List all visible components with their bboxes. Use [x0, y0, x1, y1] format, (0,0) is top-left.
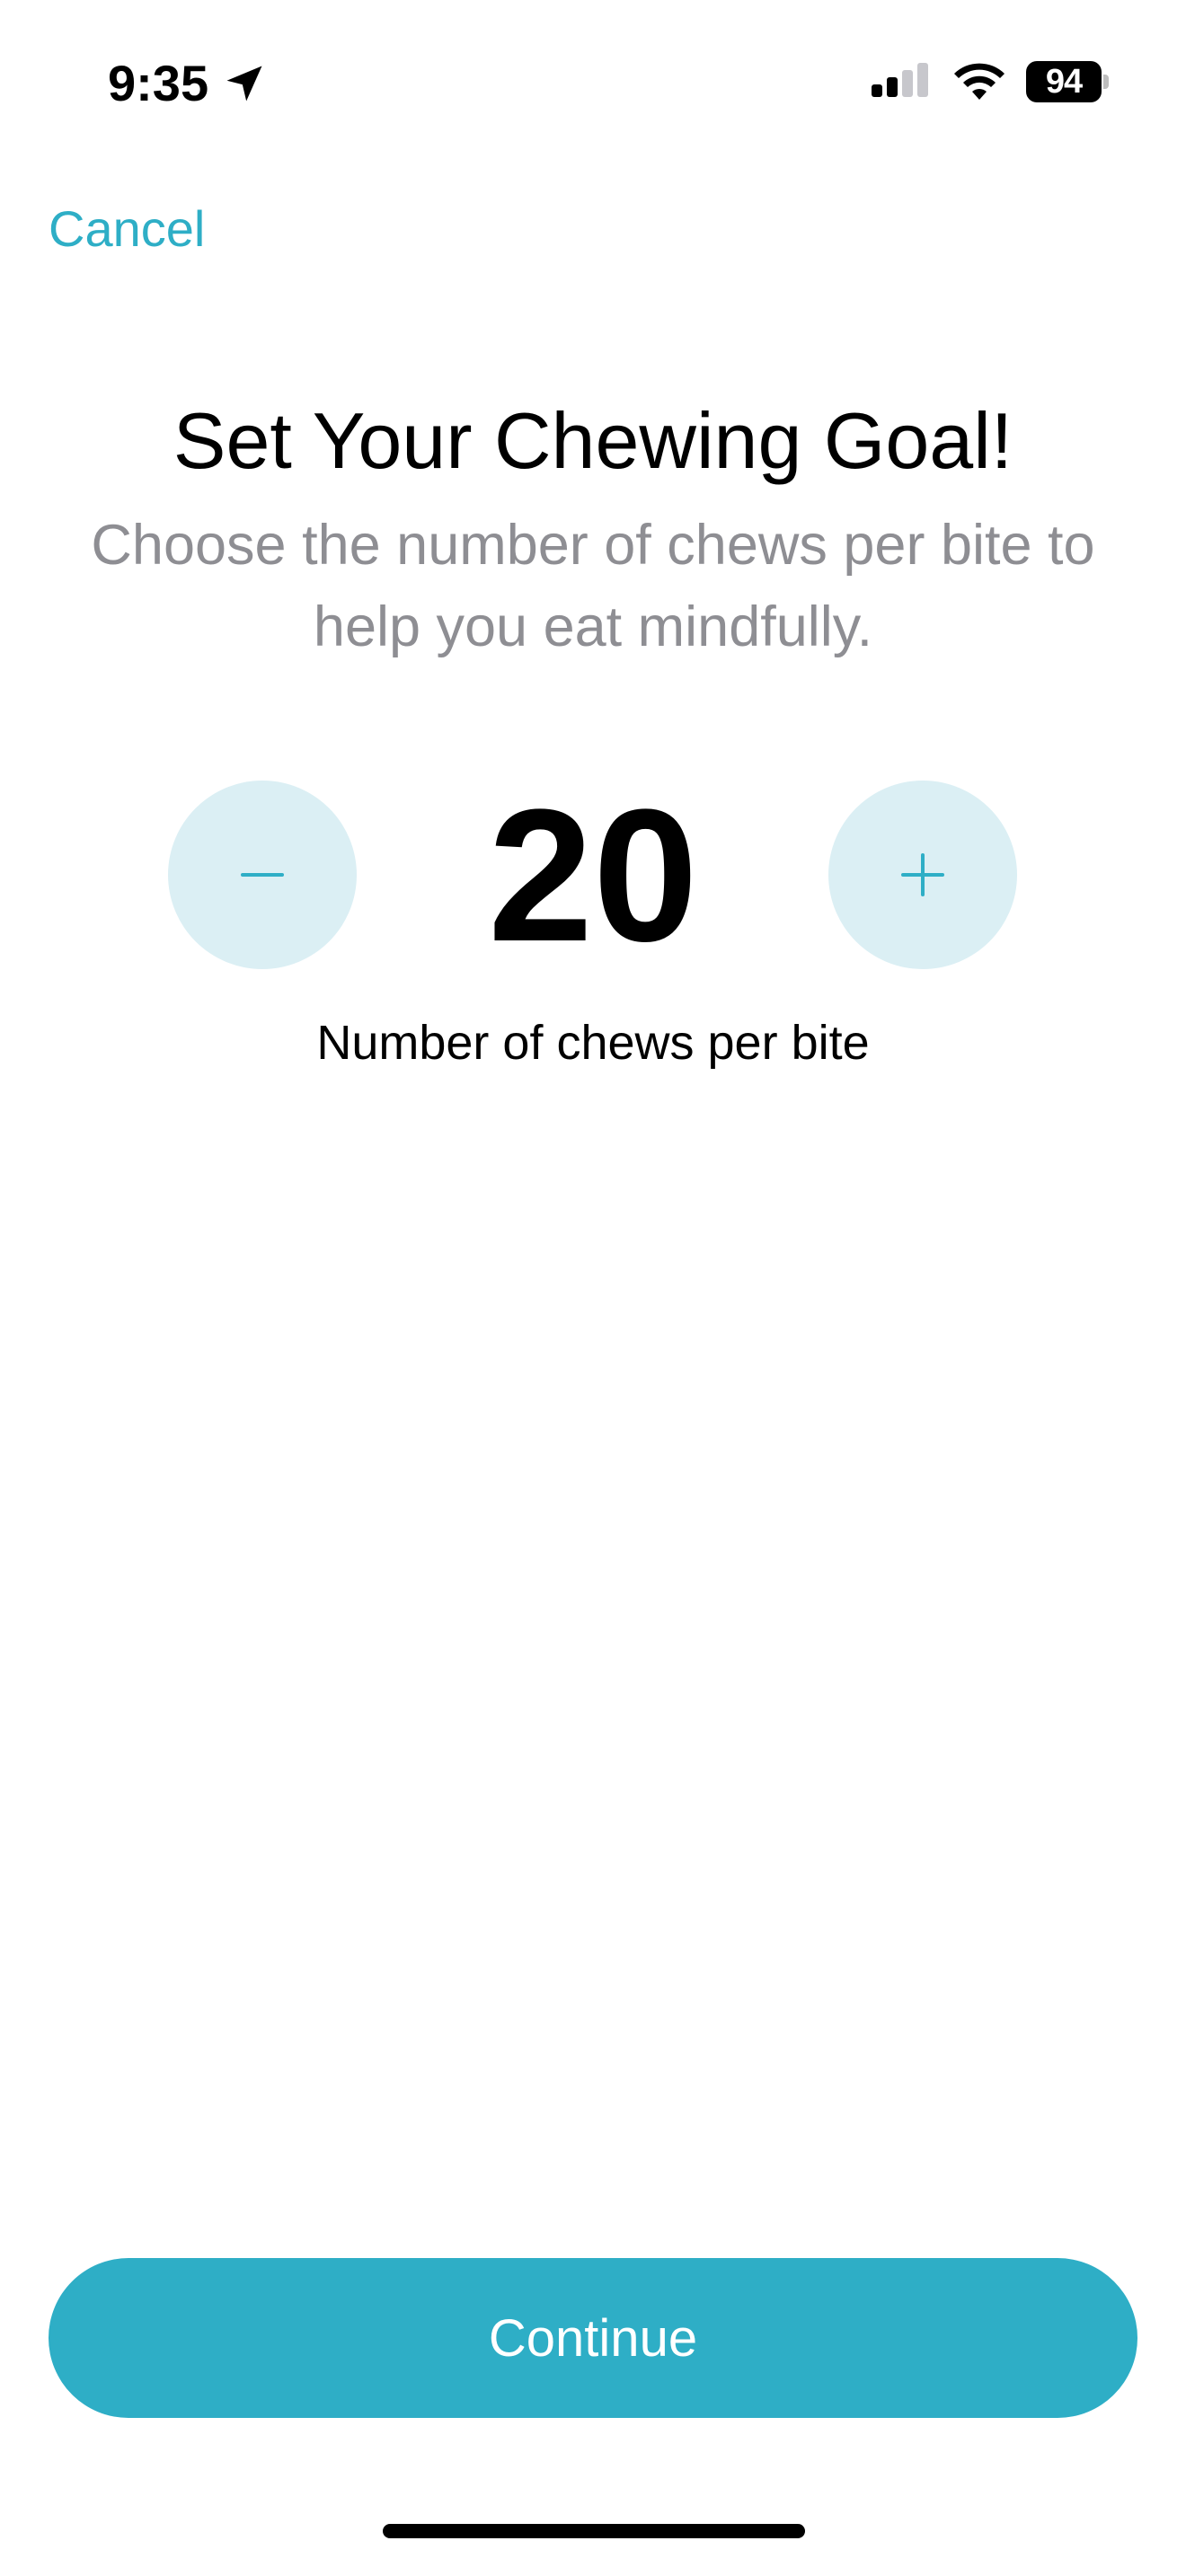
minus-icon [241, 873, 284, 877]
status-time-group: 9:35 [108, 54, 268, 112]
wifi-icon [954, 63, 1005, 100]
status-bar: 9:35 94 [0, 0, 1186, 171]
battery-cap [1103, 75, 1109, 89]
location-arrow-icon [226, 66, 262, 101]
battery-icon: 94 [1026, 61, 1109, 102]
status-time: 9:35 [108, 55, 209, 111]
cancel-button[interactable]: Cancel [49, 199, 205, 258]
page-subtitle: Choose the number of chews per bite to h… [91, 514, 1095, 658]
status-icons: 94 [870, 59, 1109, 104]
decrement-button[interactable] [168, 781, 357, 969]
continue-button[interactable]: Continue [49, 2258, 1137, 2418]
page-title: Set Your Chewing Goal! [173, 396, 1013, 485]
battery-level: 94 [1026, 61, 1102, 102]
chews-count-value: 20 [488, 770, 698, 981]
chews-count-label: Number of chews per bite [316, 1016, 870, 1070]
cellular-signal-icon [872, 63, 928, 97]
increment-button[interactable] [828, 781, 1017, 969]
home-indicator [383, 2524, 805, 2538]
plus-icon [901, 853, 944, 896]
